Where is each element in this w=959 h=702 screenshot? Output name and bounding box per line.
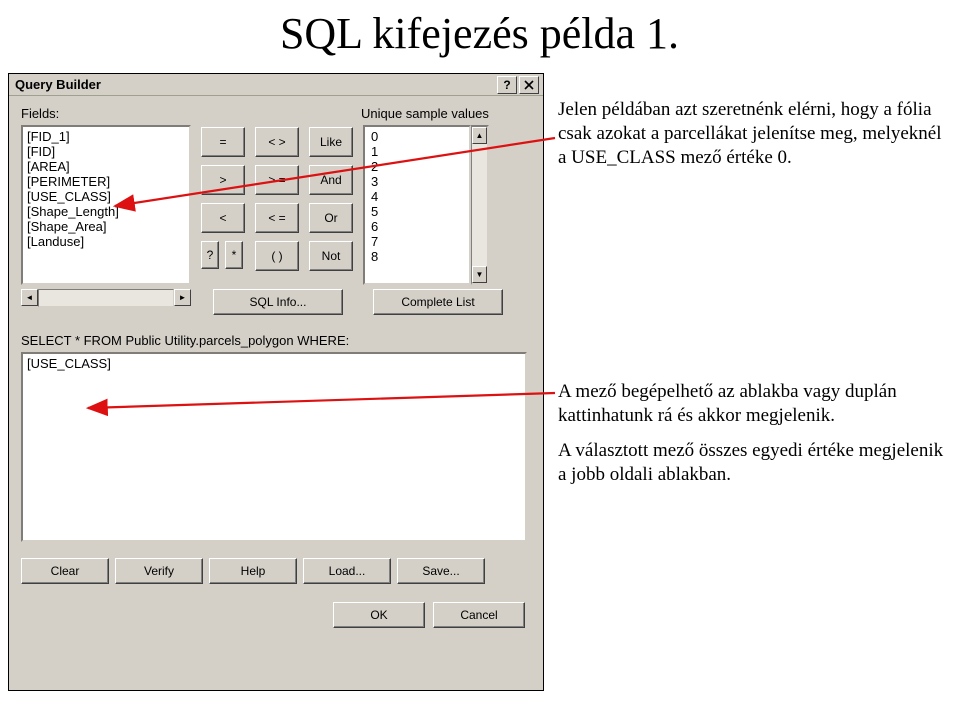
list-item[interactable]: 7 (367, 234, 469, 249)
scroll-down-icon[interactable]: ▼ (472, 266, 487, 283)
list-item[interactable]: 2 (367, 159, 469, 174)
scroll-track[interactable] (472, 144, 487, 266)
cancel-button[interactable]: Cancel (433, 602, 525, 628)
op-like-button[interactable]: Like (309, 127, 353, 157)
scroll-right-icon[interactable]: ► (174, 289, 191, 306)
list-item[interactable]: [Landuse] (25, 234, 189, 249)
op-paren-button[interactable]: ( ) (255, 241, 299, 271)
titlebar: Query Builder ? (9, 74, 543, 96)
list-item[interactable]: 3 (367, 174, 469, 189)
list-item[interactable]: 1 (367, 144, 469, 159)
annotation-text-1: Jelen példában azt szeretnénk elérni, ho… (558, 98, 948, 169)
where-clause-input[interactable]: [USE_CLASS] (21, 352, 527, 542)
ok-button[interactable]: OK (333, 602, 425, 628)
scroll-left-icon[interactable]: ◄ (21, 289, 38, 306)
close-button[interactable] (519, 76, 539, 94)
op-and-button[interactable]: And (309, 165, 353, 195)
op-ge-button[interactable]: > = (255, 165, 299, 195)
select-from-label: SELECT * FROM Public Utility.parcels_pol… (21, 333, 531, 348)
scroll-track[interactable] (38, 289, 174, 307)
op-lt-button[interactable]: < (201, 203, 245, 233)
annotation-text-3: A választott mező összes egyedi értéke m… (558, 439, 948, 487)
values-v-scrollbar[interactable]: ▲ ▼ (471, 125, 489, 285)
fields-label: Fields: (21, 106, 221, 121)
list-item[interactable]: [USE_CLASS] (25, 189, 189, 204)
dialog-title: Query Builder (13, 77, 495, 92)
load-button[interactable]: Load... (303, 558, 391, 584)
annotation-text-2: A mező begépelhető az ablakba vagy duplá… (558, 380, 948, 428)
list-item[interactable]: 8 (367, 249, 469, 264)
list-item[interactable]: [FID] (25, 144, 189, 159)
help-button[interactable]: ? (497, 76, 517, 94)
list-item[interactable]: 4 (367, 189, 469, 204)
list-item[interactable]: 0 (367, 129, 469, 144)
complete-list-button[interactable]: Complete List (373, 289, 503, 315)
op-ne-button[interactable]: < > (255, 127, 299, 157)
sql-info-button[interactable]: SQL Info... (213, 289, 343, 315)
page-title: SQL kifejezés példa 1. (0, 8, 959, 59)
fields-listbox[interactable]: [FID_1] [FID] [AREA] [PERIMETER] [USE_CL… (21, 125, 191, 285)
clear-button[interactable]: Clear (21, 558, 109, 584)
list-item[interactable]: [Shape_Area] (25, 219, 189, 234)
list-item[interactable]: [PERIMETER] (25, 174, 189, 189)
unique-values-label: Unique sample values (361, 106, 489, 121)
op-q-button[interactable]: ? (201, 241, 219, 269)
query-builder-dialog: Query Builder ? Fields: Unique sample va… (8, 73, 544, 691)
help-button-bottom[interactable]: Help (209, 558, 297, 584)
op-le-button[interactable]: < = (255, 203, 299, 233)
values-listbox[interactable]: 0 1 2 3 4 5 6 7 8 (363, 125, 471, 285)
operator-grid: = < > Like > > = And < < = Or ? * ( ) No… (201, 125, 353, 307)
op-star-button[interactable]: * (225, 241, 243, 269)
op-or-button[interactable]: Or (309, 203, 353, 233)
verify-button[interactable]: Verify (115, 558, 203, 584)
list-item[interactable]: [Shape_Length] (25, 204, 189, 219)
scroll-up-icon[interactable]: ▲ (472, 127, 487, 144)
save-button[interactable]: Save... (397, 558, 485, 584)
list-item[interactable]: 5 (367, 204, 469, 219)
op-eq-button[interactable]: = (201, 127, 245, 157)
list-item[interactable]: [FID_1] (25, 129, 189, 144)
list-item[interactable]: 6 (367, 219, 469, 234)
op-gt-button[interactable]: > (201, 165, 245, 195)
fields-h-scrollbar[interactable]: ◄ ► (21, 289, 191, 307)
op-not-button[interactable]: Not (309, 241, 353, 271)
list-item[interactable]: [AREA] (25, 159, 189, 174)
